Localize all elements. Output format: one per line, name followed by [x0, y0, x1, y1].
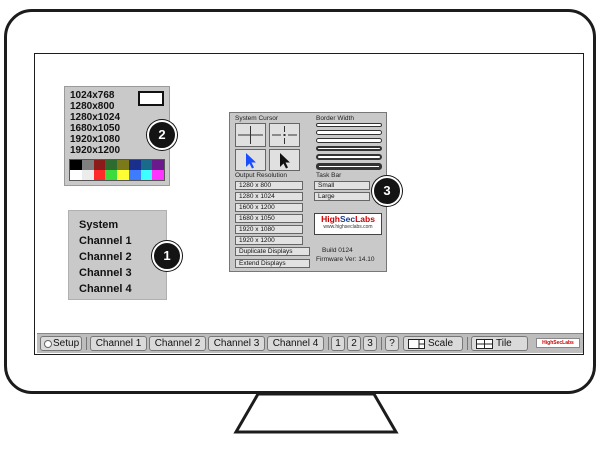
help-button[interactable]: ? [385, 336, 399, 351]
scale-icon [408, 339, 425, 349]
taskbar-separator [467, 337, 468, 350]
output-resolution-option[interactable]: 1920 x 1080 [235, 225, 303, 234]
extend-displays-button[interactable]: Extend Displays [235, 259, 310, 268]
window-preview-icon [138, 91, 164, 106]
system-cursor-label: System Cursor [235, 115, 278, 122]
border-width-option-4[interactable] [316, 146, 382, 151]
border-width-label: Border Width [316, 115, 354, 122]
resolution-option[interactable]: 1680x1050 [70, 123, 120, 134]
taskbar-layout-2[interactable]: 2 [347, 336, 361, 351]
task-bar-label: Task Bar [316, 172, 342, 179]
scale-button[interactable]: Scale [403, 336, 463, 351]
color-swatch[interactable] [128, 160, 141, 170]
callout-badge-1: 1 [152, 241, 182, 271]
color-swatch[interactable] [140, 170, 153, 180]
black-arrow-icon [280, 153, 290, 169]
resolution-list: 1024x768 1280x800 1280x1024 1680x1050 19… [70, 90, 120, 156]
color-swatch[interactable] [70, 170, 82, 180]
scale-button-label: Scale [428, 338, 454, 349]
channel-menu-item-3[interactable]: Channel 3 [79, 267, 132, 279]
channel-menu-item-1[interactable]: Channel 1 [79, 235, 132, 247]
border-width-option-1[interactable] [316, 123, 382, 127]
monitor-stand [233, 392, 399, 434]
color-swatch[interactable] [105, 160, 117, 170]
highseclabs-logo: HighSecLabs www.highseclabs.com [314, 213, 382, 235]
channel-menu-item-4[interactable]: Channel 4 [79, 283, 132, 295]
tile-icon [476, 339, 493, 349]
taskbar-small-option[interactable]: Small [314, 181, 370, 190]
border-width-option-5[interactable] [316, 154, 382, 160]
taskbar-channel-4[interactable]: Channel 4 [267, 336, 324, 351]
crosshair-icon [238, 126, 263, 144]
resolution-option[interactable]: 1024x768 [70, 90, 120, 101]
logo-url: www.highseclabs.com [323, 224, 373, 230]
blue-arrow-icon [246, 153, 256, 169]
crosshair-gap-icon [272, 126, 297, 144]
output-resolution-label: Output Resolution [235, 172, 288, 179]
output-resolution-option[interactable]: 1600 x 1200 [235, 203, 303, 212]
setup-button[interactable]: Setup [40, 336, 82, 351]
taskbar-layout-3[interactable]: 3 [363, 336, 377, 351]
logo-sec: Sec [339, 214, 356, 224]
color-swatch[interactable] [117, 170, 129, 180]
output-resolution-option[interactable]: 1920 x 1200 [235, 236, 303, 245]
color-swatch[interactable] [152, 170, 164, 180]
callout-badge-3: 3 [372, 176, 402, 206]
taskbar-brand-logo: HighSecLabs [536, 338, 580, 348]
taskbar-separator [328, 337, 329, 350]
logo-labs: Labs [355, 214, 375, 224]
color-swatch[interactable] [81, 170, 94, 180]
taskbar-large-option[interactable]: Large [314, 192, 370, 201]
taskbar-layout-1[interactable]: 1 [331, 336, 345, 351]
taskbar-channel-3[interactable]: Channel 3 [208, 336, 265, 351]
channel-menu-item-system[interactable]: System [79, 219, 118, 231]
border-width-option-6[interactable] [316, 163, 382, 170]
output-resolution-option[interactable]: 1280 x 800 [235, 181, 303, 190]
taskbar-separator [86, 337, 87, 350]
resolution-option[interactable]: 1920x1200 [70, 145, 120, 156]
callout-badge-2: 2 [147, 120, 177, 150]
cursor-arrow-black-option[interactable] [269, 149, 300, 171]
output-resolution-option[interactable]: 1680 x 1050 [235, 214, 303, 223]
border-width-option-3[interactable] [316, 138, 382, 143]
resolution-option[interactable]: 1920x1080 [70, 134, 120, 145]
tile-button-label: Tile [496, 338, 512, 349]
color-swatch[interactable] [152, 160, 164, 170]
color-palette [69, 159, 165, 181]
color-swatch[interactable] [93, 160, 106, 170]
build-number: Build 0124 [322, 247, 353, 254]
taskbar: Setup Channel 1 Channel 2 Channel 3 Chan… [37, 333, 583, 353]
color-swatch[interactable] [70, 160, 82, 170]
channel-menu-item-2[interactable]: Channel 2 [79, 251, 132, 263]
taskbar-separator [381, 337, 382, 350]
color-swatch[interactable] [81, 160, 94, 170]
firmware-version: Firmware Ver: 14.10 [316, 256, 375, 263]
taskbar-channel-1[interactable]: Channel 1 [90, 336, 147, 351]
color-swatch[interactable] [117, 160, 129, 170]
color-swatch[interactable] [93, 170, 106, 180]
cursor-cross-gap-option[interactable] [269, 123, 300, 147]
logo-high: High [321, 214, 340, 224]
resolution-option[interactable]: 1280x1024 [70, 112, 120, 123]
color-swatch[interactable] [128, 170, 141, 180]
cursor-arrow-blue-option[interactable] [235, 149, 266, 171]
border-width-option-2[interactable] [316, 130, 382, 135]
setup-button-label: Setup [53, 338, 80, 349]
output-resolution-option[interactable]: 1280 x 1024 [235, 192, 303, 201]
setup-radio-icon [44, 340, 52, 348]
cursor-cross-option[interactable] [235, 123, 266, 147]
color-swatch[interactable] [105, 170, 117, 180]
duplicate-displays-button[interactable]: Duplicate Displays [235, 247, 310, 256]
taskbar-channel-2[interactable]: Channel 2 [149, 336, 206, 351]
tile-button[interactable]: Tile [471, 336, 528, 351]
settings-panel: System Cursor Border Width Output Resolu… [229, 112, 387, 272]
resolution-option[interactable]: 1280x800 [70, 101, 120, 112]
color-swatch[interactable] [140, 160, 153, 170]
